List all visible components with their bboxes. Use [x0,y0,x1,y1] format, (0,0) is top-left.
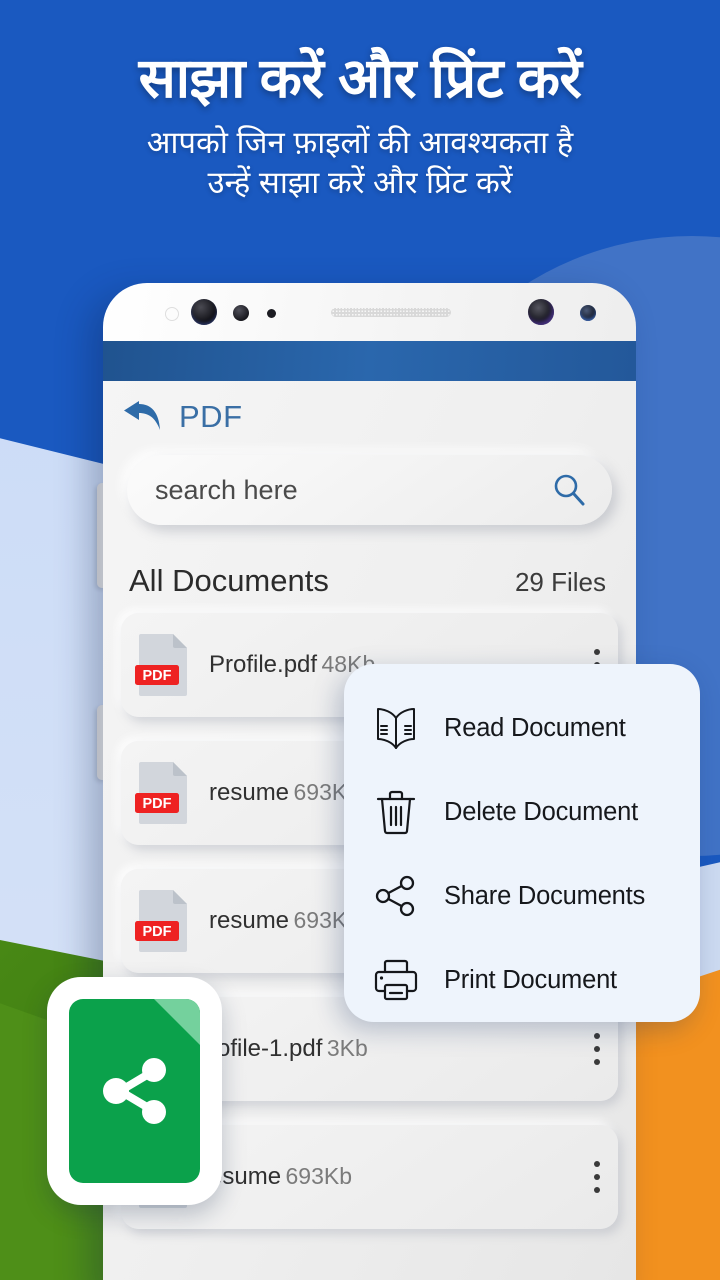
list-header-count: 29 Files [514,567,606,597]
share-nodes-icon [370,870,422,922]
menu-item-label: Print Document [444,965,617,994]
app-bar: PDF [103,381,636,445]
file-name: resume [209,779,290,807]
menu-item-label: Share Documents [444,881,646,910]
earpiece-speaker-icon [331,308,451,317]
svg-text:PDF: PDF [143,796,172,812]
printer-icon [370,954,422,1006]
file-size: 3Kb [326,1035,368,1062]
search-input[interactable]: search here [155,475,552,506]
file-name: rofile-1.pdf [209,1035,323,1063]
share-document-app-icon[interactable] [47,977,222,1205]
list-header-title: All Documents [129,563,329,598]
menu-item-label: Read Document [444,713,626,742]
menu-item-print-document[interactable]: Print Document [344,942,700,1018]
app-icon-document-shape [69,999,200,1183]
iris-scanner-icon [528,299,554,325]
back-arrow-icon[interactable] [121,400,163,434]
row-overflow-menu-icon[interactable] [592,1033,602,1065]
promo-subline: आपको जिन फ़ाइलों की आवश्यकता है उन्हें स… [0,123,720,202]
pdf-file-icon: PDF [135,888,191,954]
pdf-file-icon: PDF [135,632,191,698]
phone-status-bar [103,341,636,381]
menu-item-read-document[interactable]: Read Document [344,690,700,766]
phone-sensor-strip [103,283,636,341]
file-name: resume [209,907,290,935]
svg-text:PDF: PDF [143,668,172,684]
file-meta: esume 693Kb [209,1161,592,1192]
row-overflow-menu-icon[interactable] [592,1161,602,1193]
list-header: All Documents 29 Files [103,525,636,599]
promo-headline: साझा करें और प्रिंट करें [138,47,582,109]
trash-icon [370,786,422,838]
promo-text-block: साझा करें और प्रिंट करें आपको जिन फ़ाइलो… [0,46,720,202]
promo-screenshot: साझा करें और प्रिंट करें आपको जिन फ़ाइलो… [0,0,720,1280]
menu-item-delete-document[interactable]: Delete Document [344,774,700,850]
pdf-file-icon: PDF [135,760,191,826]
open-book-icon [370,702,422,754]
front-sensor-icon [233,305,249,321]
svg-text:PDF: PDF [143,924,172,940]
menu-item-label: Delete Document [444,797,639,826]
search-icon[interactable] [552,473,586,507]
promo-subline-line2: उन्हें साझा करें और प्रिंट करें [207,164,513,200]
proximity-sensor-icon [165,307,179,321]
share-nodes-icon [92,1048,178,1134]
file-meta: rofile-1.pdf 3Kb [209,1033,592,1064]
context-menu: Read Document Delete Document Share Docu… [344,664,700,1022]
file-name: Profile.pdf [209,651,318,679]
menu-item-share-documents[interactable]: Share Documents [344,858,700,934]
app-icon-fold-corner [154,999,200,1045]
app-title: PDF [179,399,243,434]
front-camera-icon [191,299,217,325]
front-led-icon [267,309,276,318]
promo-subline-line1: आपको जिन फ़ाइलों की आवश्यकता है [146,124,574,160]
file-size: 693Kb [285,1163,353,1190]
search-bar[interactable]: search here [127,455,612,525]
secondary-sensor-icon [580,305,596,321]
